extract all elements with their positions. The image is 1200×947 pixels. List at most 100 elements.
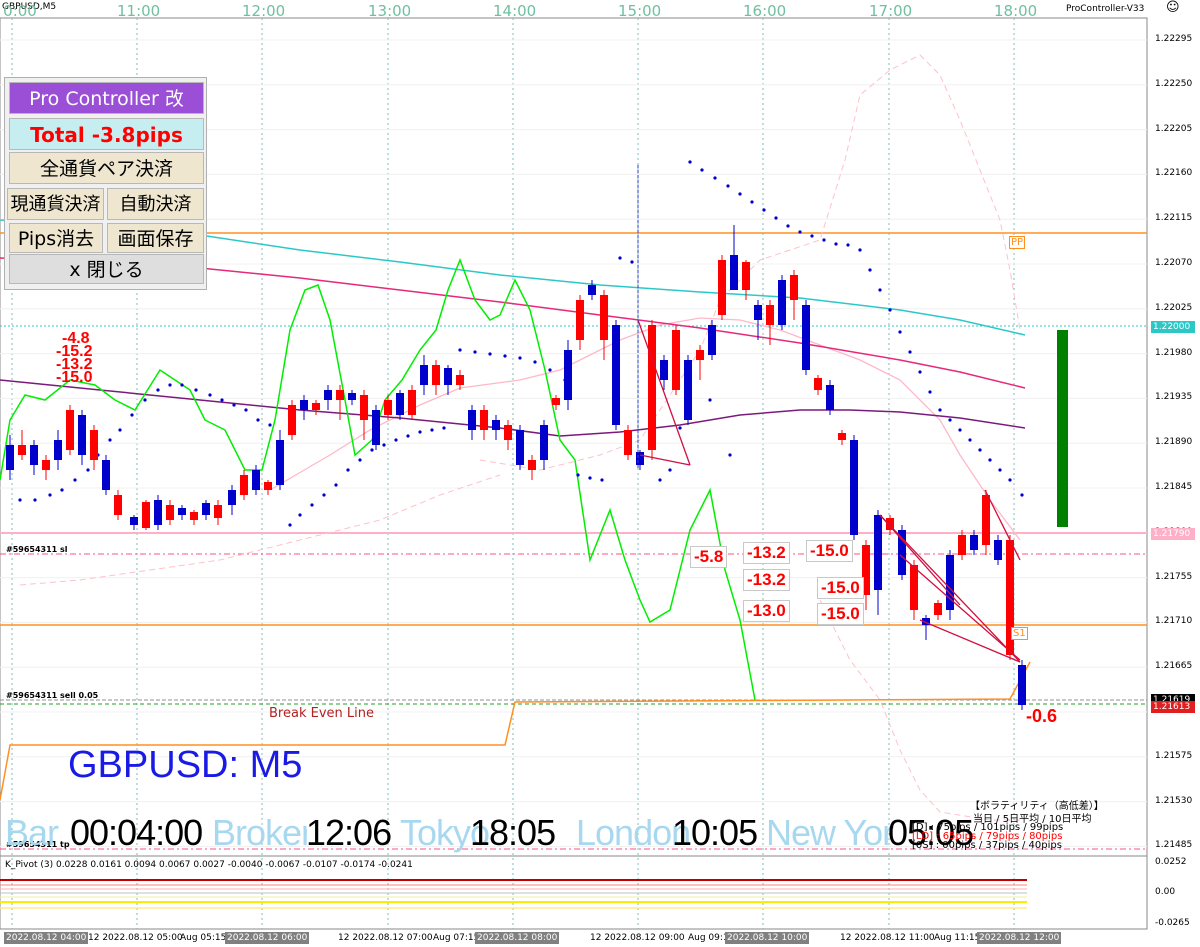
save-screen-button[interactable]: 画面保存 bbox=[107, 223, 204, 253]
candle-body bbox=[850, 440, 858, 535]
sar-dot bbox=[180, 383, 184, 387]
candle-body bbox=[802, 305, 810, 370]
sar-dot bbox=[898, 330, 902, 334]
sar-dot bbox=[786, 224, 790, 228]
price-label: 1.21845 bbox=[1155, 482, 1193, 492]
sar-dot bbox=[798, 230, 802, 234]
candle-body bbox=[408, 390, 416, 415]
sar-dot bbox=[858, 248, 862, 252]
sar-dot bbox=[533, 360, 537, 364]
sar-dot bbox=[322, 493, 326, 497]
close-all-pairs-button[interactable]: 全通貨ペア決済 bbox=[9, 152, 204, 184]
sar-dot bbox=[868, 268, 872, 272]
time-label-bottom: 2022.08.12 06:00 bbox=[225, 932, 310, 944]
sar-dot bbox=[700, 168, 704, 172]
candle-body bbox=[934, 603, 942, 615]
price-label: 1.22205 bbox=[1155, 123, 1193, 134]
candle-body bbox=[754, 305, 762, 320]
candle-body bbox=[982, 495, 990, 545]
pips-label-box: -15.0 bbox=[817, 577, 864, 599]
candle-body bbox=[516, 430, 524, 465]
candle-body bbox=[718, 260, 726, 315]
sar-dot bbox=[310, 503, 314, 507]
sar-dot bbox=[968, 438, 972, 442]
time-label-top: 17:00 bbox=[869, 2, 913, 20]
sar-dot bbox=[334, 483, 338, 487]
sar-dot bbox=[73, 478, 77, 482]
pair-overlay: GBPUSD: M5 bbox=[68, 744, 303, 786]
candle-body bbox=[178, 508, 186, 515]
sar-dot bbox=[588, 476, 592, 480]
candle-body bbox=[708, 325, 716, 355]
overlay-broker-time: 12:06 bbox=[306, 812, 392, 853]
pivot-s1-label: S1 bbox=[1011, 627, 1028, 640]
candle-body bbox=[396, 393, 404, 415]
sar-dot bbox=[288, 523, 292, 527]
candle-body bbox=[288, 405, 296, 435]
candle-body bbox=[324, 390, 332, 400]
close-panel-button[interactable]: x 閉じる bbox=[9, 254, 204, 284]
candle-body bbox=[66, 410, 74, 450]
candle-body bbox=[214, 505, 222, 518]
sar-dot bbox=[382, 443, 386, 447]
sar-dot bbox=[908, 350, 912, 354]
candle-body bbox=[1018, 665, 1026, 705]
close-current-pair-button[interactable]: 現通貨決済 bbox=[7, 188, 104, 220]
sar-dot bbox=[488, 352, 492, 356]
sar-dot bbox=[728, 453, 732, 457]
sar-dot bbox=[822, 238, 826, 242]
price-label: 1.21710 bbox=[1155, 616, 1193, 627]
price-label: 1.21485 bbox=[1155, 840, 1193, 851]
sar-dot bbox=[48, 493, 52, 497]
candle-body bbox=[312, 403, 320, 410]
price-label: 1.22160 bbox=[1155, 168, 1193, 179]
overlay-newyork-label: New York bbox=[766, 812, 894, 853]
candle-body bbox=[130, 517, 138, 525]
sar-dot bbox=[33, 498, 37, 502]
sar-dot bbox=[346, 468, 350, 472]
candle-body bbox=[576, 300, 584, 340]
candle-body bbox=[684, 360, 692, 420]
candle-body bbox=[766, 305, 774, 325]
sar-dot bbox=[888, 308, 892, 312]
time-label-bottom: 12 2022.08.12 07:00 bbox=[338, 933, 433, 943]
price-label: 1.22115 bbox=[1155, 213, 1193, 224]
auto-close-button[interactable]: 自動決済 bbox=[107, 188, 204, 220]
sub-scale-mid: 0.00 bbox=[1155, 887, 1176, 897]
sar-dot bbox=[918, 370, 922, 374]
candle-body bbox=[528, 460, 536, 470]
sar-dot bbox=[268, 423, 272, 427]
candle-body bbox=[114, 495, 122, 515]
sar-dot bbox=[156, 388, 160, 392]
price-label: 1.22295 bbox=[1155, 34, 1193, 44]
sar-dot bbox=[244, 408, 248, 412]
sar-dot bbox=[358, 458, 362, 462]
overlay-bar-label: Bar bbox=[5, 812, 59, 853]
candle-body bbox=[540, 425, 548, 460]
sar-dot bbox=[518, 356, 522, 360]
candle-body bbox=[636, 452, 644, 465]
sar-dot bbox=[938, 408, 942, 412]
candle-body bbox=[826, 385, 834, 410]
sar-dot bbox=[928, 390, 932, 394]
sar-dot bbox=[998, 468, 1002, 472]
sar-dot bbox=[458, 348, 462, 352]
order-sl-label: #59654311 sl bbox=[6, 545, 68, 554]
panel-title[interactable]: Pro Controller 改 bbox=[9, 82, 204, 114]
erase-pips-button[interactable]: Pips消去 bbox=[9, 223, 103, 253]
candle-body bbox=[552, 398, 560, 405]
time-label-top: 0:00 bbox=[3, 2, 37, 20]
candle-body bbox=[18, 445, 26, 455]
sar-dot bbox=[18, 498, 22, 502]
sar-dot bbox=[130, 413, 134, 417]
sar-dot bbox=[86, 468, 90, 472]
smiley-icon: ☺ bbox=[1166, 0, 1180, 15]
price-label: 1.21890 bbox=[1155, 437, 1193, 448]
time-label-bottom: Aug 11:15 bbox=[934, 933, 981, 943]
sar-dot bbox=[108, 438, 112, 442]
price-label: 1.21530 bbox=[1155, 795, 1193, 806]
candle-body bbox=[30, 445, 38, 465]
sar-dot bbox=[430, 428, 434, 432]
pips-label-stack: -15.0 bbox=[56, 369, 93, 386]
sar-dot bbox=[442, 426, 446, 430]
